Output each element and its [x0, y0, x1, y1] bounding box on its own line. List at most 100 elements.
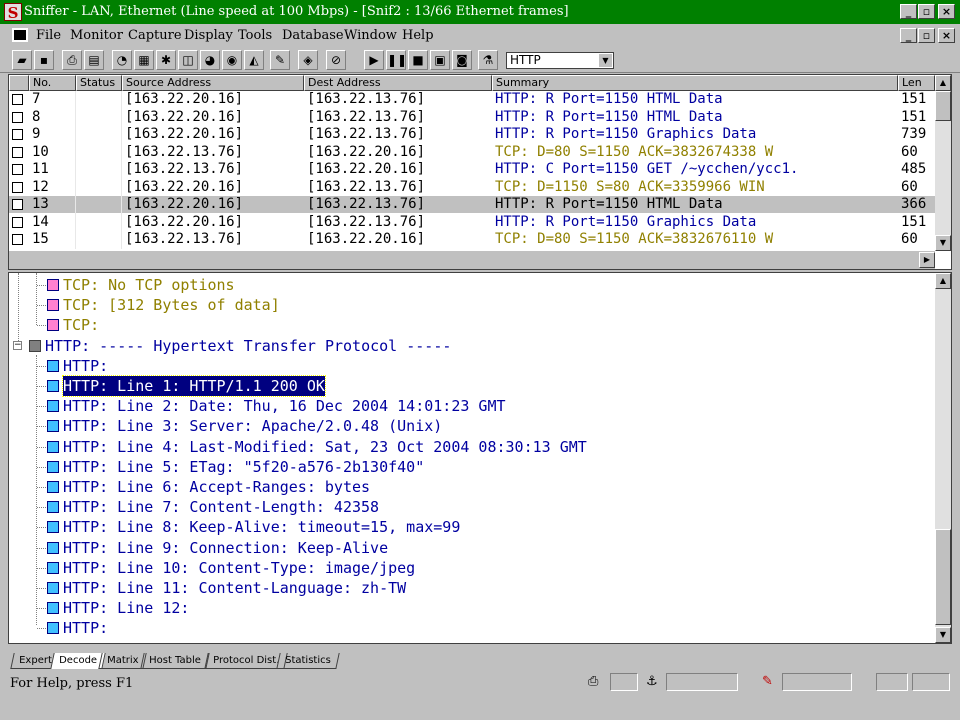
status-box-4 [876, 673, 908, 691]
table-row[interactable]: 8 [163.22.20.16] [163.22.13.76] HTTP: R Por… [9, 109, 935, 126]
decode-scroll-down-icon[interactable]: ▼ [935, 627, 951, 643]
matrix-icon[interactable]: ✱ [156, 50, 176, 70]
scroll-right-icon[interactable]: ▶ [919, 252, 935, 268]
packet-dest: [163.22.13.76] [307, 178, 426, 195]
open-icon[interactable]: ▰ [12, 50, 32, 70]
start-capture-icon[interactable]: ▶ [364, 50, 384, 70]
row-checkbox[interactable] [12, 199, 23, 210]
table-row[interactable]: 15 [163.22.13.76] [163.22.20.16] TCP: D=80 … [9, 231, 935, 248]
field-icon [47, 400, 59, 413]
application-response-icon[interactable]: ◫ [178, 50, 198, 70]
row-checkbox[interactable] [12, 216, 23, 228]
decode-text: HTTP: Line 2: Date: Thu, 16 Dec 2004 14:… [63, 397, 506, 416]
packet-dest: [163.22.13.76] [307, 91, 426, 107]
stop-capture-icon[interactable]: ⊘ [326, 50, 346, 70]
packet-len: 60 [901, 143, 918, 160]
table-row[interactable]: 7 [163.22.20.16] [163.22.13.76] HTTP: R Por… [9, 91, 935, 108]
col-no-header[interactable]: No. [29, 75, 76, 91]
decode-text: HTTP: Line 10: Content-Type: image/jpeg [63, 558, 416, 577]
decode-text: HTTP: Line 8: Keep-Alive: timeout=15, ma… [63, 518, 461, 537]
maximize-icon[interactable]: ▫ [918, 4, 935, 19]
packet-len: 151 [901, 108, 927, 125]
scrollbar-thumb[interactable] [935, 91, 951, 121]
row-checkbox[interactable] [12, 111, 23, 123]
collapse-icon[interactable]: − [13, 340, 22, 350]
alarm-log-icon[interactable]: ✎ [270, 50, 290, 70]
dashboard-icon[interactable]: ◔ [112, 50, 132, 70]
table-row[interactable]: 12 [163.22.20.16] [163.22.13.76] TCP: D=115… [9, 179, 935, 196]
row-checkbox[interactable] [12, 94, 23, 105]
save-icon[interactable]: ▪ [34, 50, 54, 70]
table-row[interactable]: 13 [163.22.20.16] [163.22.13.76] HTTP: R Po… [9, 196, 935, 213]
close-icon[interactable]: × [938, 4, 955, 19]
doc-close-icon[interactable]: × [938, 28, 955, 43]
define-filter-icon[interactable]: ⚗ [478, 50, 498, 70]
display-icon[interactable]: ◙ [452, 50, 472, 70]
table-row[interactable]: 14 [163.22.20.16] [163.22.13.76] HTTP: R Po… [9, 214, 935, 231]
packet-source: [163.22.20.16] [125, 91, 244, 107]
col-summary-header[interactable]: Summary [492, 75, 898, 91]
packet-len: 60 [901, 231, 918, 247]
host-table-icon[interactable]: ▦ [134, 50, 154, 70]
row-checkbox[interactable] [12, 146, 23, 158]
print-icon[interactable]: ⎙ [62, 50, 82, 70]
decode-scrollbar-thumb[interactable] [935, 529, 951, 625]
protocol-dist-icon[interactable]: ◉ [222, 50, 242, 70]
stop-and-display-icon[interactable]: ▣ [430, 50, 450, 70]
packet-no: 8 [32, 108, 41, 125]
menu-file[interactable]: File [36, 28, 61, 43]
packet-dest: [163.22.13.76] [307, 126, 426, 142]
global-stats-icon[interactable]: ◭ [244, 50, 264, 70]
packet-list: No. Status Source Address Dest Address S… [8, 74, 952, 270]
menu-display[interactable]: Display [184, 28, 233, 43]
doc-restore-icon[interactable]: ▫ [918, 28, 935, 43]
decode-scroll-up-icon[interactable]: ▲ [935, 273, 951, 289]
stop-icon[interactable]: ■ [408, 50, 428, 70]
packet-source: [163.22.13.76] [125, 161, 244, 177]
menu-capture[interactable]: Capture [128, 28, 182, 43]
menu-database[interactable]: Database [282, 28, 344, 43]
table-row[interactable]: 10 [163.22.13.76] [163.22.20.16] TCP: D=80 … [9, 144, 935, 161]
menu-help[interactable]: Help [402, 28, 434, 43]
history-icon[interactable]: ◕ [200, 50, 220, 70]
scroll-down-icon[interactable]: ▼ [935, 235, 951, 251]
address-book-icon[interactable]: ◈ [298, 50, 318, 70]
filter-select[interactable]: HTTP ▼ [506, 52, 614, 69]
chevron-down-icon[interactable]: ▼ [599, 54, 612, 67]
col-check-header[interactable] [9, 75, 29, 91]
tab-statistics[interactable]: Statistics [276, 653, 340, 669]
packet-len: 485 [901, 161, 927, 177]
table-row[interactable]: 11 [163.22.13.76] [163.22.20.16] HTTP: C Po… [9, 161, 935, 178]
field-icon [47, 501, 59, 514]
menu-tools[interactable]: Tools [238, 28, 272, 43]
packet-no: 10 [32, 143, 49, 160]
pause-icon[interactable]: ❚❚ [386, 50, 407, 70]
menu-monitor[interactable]: Monitor [70, 28, 123, 43]
row-checkbox[interactable] [12, 164, 23, 175]
minimize-icon[interactable]: _ [900, 4, 917, 19]
row-checkbox[interactable] [12, 129, 23, 140]
col-len-header[interactable]: Len [898, 75, 935, 91]
tab-host-table[interactable]: Host Table [140, 653, 210, 669]
packet-no: 7 [32, 91, 41, 107]
tab-decode[interactable]: Decode [50, 653, 106, 669]
packet-list-hscrollbar[interactable] [9, 251, 935, 269]
sniffer-logo-icon: S [4, 3, 22, 22]
packet-no: 11 [32, 161, 49, 177]
tab-protocol-dist[interactable]: Protocol Dist. [204, 653, 288, 669]
row-checkbox[interactable] [12, 181, 23, 193]
col-source-header[interactable]: Source Address [122, 75, 304, 91]
menu-window[interactable]: Window [344, 28, 397, 43]
document-icon[interactable] [12, 28, 28, 42]
table-row[interactable]: 9 [163.22.20.16] [163.22.13.76] HTTP: R Por… [9, 126, 935, 143]
packet-summary: TCP: D=80 S=1150 ACK=3832676110 W [495, 231, 774, 247]
print-preview-icon[interactable]: ▤ [84, 50, 104, 70]
col-dest-header[interactable]: Dest Address [304, 75, 492, 91]
packet-summary: HTTP: R Port=1150 HTML Data [495, 108, 723, 125]
row-checkbox[interactable] [12, 234, 23, 245]
doc-minimize-icon[interactable]: _ [900, 28, 917, 43]
field-icon [47, 440, 59, 453]
packet-summary: HTTP: C Port=1150 GET /~ycchen/ycc1. [495, 161, 799, 177]
col-status-header[interactable]: Status [76, 75, 122, 91]
scroll-up-icon[interactable]: ▲ [935, 75, 951, 91]
